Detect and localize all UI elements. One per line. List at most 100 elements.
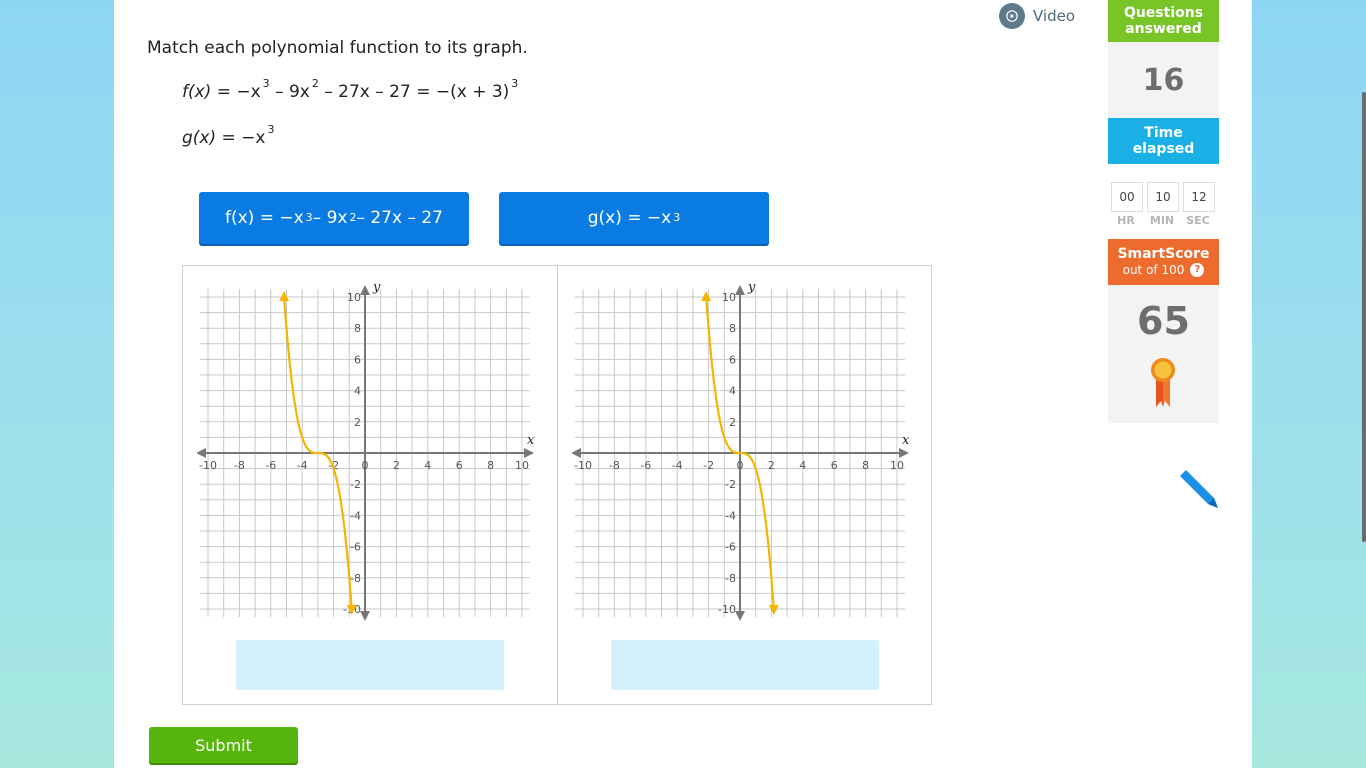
x-tick-label: -10	[574, 459, 592, 472]
curve-arrow-bottom	[768, 605, 779, 615]
smartscore-label: SmartScore	[1117, 246, 1210, 262]
x-axis-arrow-right	[899, 448, 909, 458]
time-sec: 12	[1183, 182, 1215, 212]
y-tick-label: -4	[725, 509, 736, 522]
y-tick-label: -8	[725, 572, 736, 585]
curve-arrow-top	[279, 291, 290, 301]
x-tick-label: -6	[640, 459, 651, 472]
time-label-1: Time	[1144, 125, 1183, 141]
y-tick-label: -6	[725, 541, 736, 554]
y-axis-label: y	[747, 280, 756, 295]
tile-g[interactable]: g(x) = −x 3	[499, 192, 769, 244]
x-tick-label: 0	[737, 459, 744, 472]
curve-arrow-top	[701, 291, 712, 301]
x-tick-label: -8	[609, 459, 620, 472]
f-text-a: = −x	[216, 82, 261, 102]
x-axis-arrow-left	[197, 448, 206, 458]
y-tick-label: 8	[354, 322, 361, 335]
x-tick-label: -10	[199, 459, 217, 472]
time-sec-label: SEC	[1186, 214, 1210, 227]
y-axis-arrow-down	[360, 611, 370, 621]
x-tick-label: 2	[393, 459, 400, 472]
smartscore-value: 65	[1137, 299, 1190, 343]
tile-f[interactable]: f(x) = −x 3 – 9x 2 – 27x – 27	[199, 192, 469, 244]
x-tick-label: 10	[515, 459, 529, 472]
x-tick-label: 6	[456, 459, 463, 472]
smartscore-sub: out of 100 ?	[1123, 262, 1205, 278]
x-tick-label: -4	[297, 459, 308, 472]
question-prompt: Match each polynomial function to its gr…	[147, 38, 528, 58]
play-icon	[999, 3, 1025, 29]
y-tick-label: 6	[729, 353, 736, 366]
graph-2: -10 -8 -6 -4 -2 0 2 4 6 8 10108642-2-4-6-8-10xy	[572, 280, 910, 621]
graph-cell-1: -10-8-6-4-20246810108642-2-4-6-8-10xy	[183, 266, 556, 704]
help-icon[interactable]: ?	[1190, 263, 1205, 277]
graph-cell-2: -10 -8 -6 -4 -2 0 2 4 6 8 10 10 8 6 4 2 -2 -4 -6 -8 -10 x y	[557, 266, 931, 704]
drop-zone-1[interactable]	[236, 640, 504, 690]
y-tick-label: -4	[350, 509, 361, 522]
y-tick-label: 8	[729, 322, 736, 335]
qa-label-2: answered	[1125, 21, 1202, 37]
x-tick-label: 8	[862, 459, 869, 472]
video-link[interactable]: Video	[999, 3, 1075, 29]
y-tick-label: 2	[354, 416, 361, 429]
x-tick-label: 6	[831, 459, 838, 472]
y-tick-label: -8	[350, 572, 361, 585]
f-text-b: – 9x	[275, 82, 310, 102]
g-name: g(x)	[182, 128, 217, 148]
x-tick-label: 0	[362, 459, 369, 472]
time-label-2: elapsed	[1132, 141, 1195, 157]
x-tick-label: -2	[703, 459, 714, 472]
x-tick-label: 4	[799, 459, 806, 472]
y-tick-label: 2	[729, 416, 736, 429]
x-tick-label: 8	[487, 459, 494, 472]
graph-1: -10-8-6-4-20246810108642-2-4-6-8-10xy	[197, 280, 535, 621]
drop-zone-2[interactable]	[611, 640, 879, 690]
x-tick-label: -4	[672, 459, 683, 472]
y-tick-label: 4	[354, 385, 361, 398]
f-sup2: 2	[311, 77, 319, 91]
smartscore-header: SmartScore out of 100 ?	[1108, 239, 1219, 285]
time-min: 10	[1147, 182, 1179, 212]
scrollbar[interactable]	[1362, 92, 1366, 542]
time-min-label: MIN	[1149, 214, 1175, 227]
y-tick-label: 6	[354, 353, 361, 366]
time-elapsed-box: 00 10 12 HR MIN SEC	[1108, 164, 1219, 239]
graphs-container: -10-8-6-4-20246810108642-2-4-6-8-10xy -1…	[182, 265, 932, 705]
y-tick-label: -2	[725, 478, 736, 491]
qa-label-1: Questions	[1123, 5, 1204, 21]
x-tick-label: 2	[768, 459, 775, 472]
tile-g-text-a: g(x) = −x	[587, 208, 672, 228]
time-elapsed-header: Time elapsed	[1108, 118, 1219, 164]
y-axis-arrow-up	[735, 285, 745, 295]
pencil-icon[interactable]	[1176, 466, 1222, 512]
y-tick-label: -6	[350, 541, 361, 554]
y-tick-label: -10	[718, 603, 736, 616]
tile-f-text-b: – 9x	[312, 208, 348, 228]
g-equation: g(x) = −x 3	[182, 124, 274, 148]
y-tick-label: 4	[729, 385, 736, 398]
f-sup3: 3	[511, 77, 519, 91]
f-equation: f(x) = −x 3 – 9x 2 – 27x – 27 = −(x + 3) 3	[182, 78, 518, 102]
ribbon-icon	[1151, 358, 1175, 407]
video-label: Video	[1033, 7, 1076, 25]
f-name: f(x)	[182, 82, 212, 102]
y-tick-label: -2	[350, 478, 361, 491]
x-tick-label: 10	[890, 459, 904, 472]
y-axis-label: y	[372, 280, 381, 295]
smartscore-box: 65	[1108, 285, 1219, 423]
tile-f-text-c: – 27x – 27	[356, 208, 443, 228]
submit-button[interactable]: Submit	[149, 727, 298, 763]
x-tick-label: -8	[234, 459, 245, 472]
questions-answered-header: Questions answered	[1108, 0, 1219, 42]
time-hr: 00	[1111, 182, 1143, 212]
x-axis-label: x	[902, 433, 910, 448]
x-axis-arrow-left	[572, 448, 581, 458]
x-axis-label: x	[527, 433, 535, 448]
g-sup1: 3	[267, 123, 275, 137]
x-tick-label: -6	[265, 459, 276, 472]
y-axis-arrow-up	[360, 285, 370, 295]
f-sup1: 3	[262, 77, 270, 91]
g-text-a: = −x	[221, 128, 266, 148]
time-hr-label: HR	[1117, 214, 1135, 227]
